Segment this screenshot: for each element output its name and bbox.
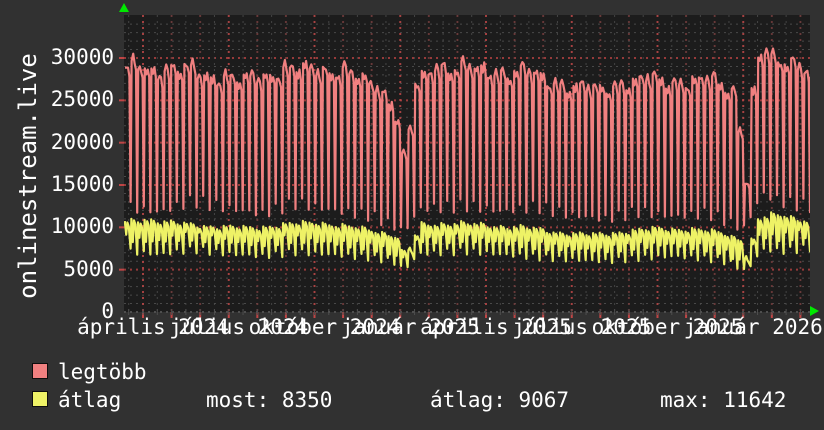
legend-label-max: legtöbb bbox=[58, 360, 147, 384]
legend-swatch-avg bbox=[32, 391, 48, 407]
y-tick-label: 20000 bbox=[50, 129, 114, 154]
y-tick-label: 30000 bbox=[50, 45, 114, 69]
y-tick-label: 25000 bbox=[50, 87, 114, 112]
y-axis-arrow-icon bbox=[119, 3, 129, 12]
y-tick-label: 15000 bbox=[50, 172, 114, 196]
legend-row-avg: átlag most: 8350 átlag: 9067 max: 11642 bbox=[0, 388, 824, 412]
y-tick-label: 10000 bbox=[50, 214, 114, 239]
x-tick-label: január 2026 bbox=[683, 315, 823, 339]
stat-max: max: 11642 bbox=[660, 388, 787, 412]
legend-label-avg: átlag bbox=[58, 388, 122, 412]
legend-row-max: legtöbb bbox=[0, 360, 824, 384]
y-tick-label: 5000 bbox=[63, 256, 114, 281]
stat-atlag: átlag: 9067 bbox=[430, 388, 570, 412]
legend-swatch-max bbox=[32, 363, 48, 379]
rrdtool-graph: { "title_vertical": "onlinestream.live",… bbox=[0, 0, 824, 430]
stat-most: most: 8350 bbox=[206, 388, 333, 412]
